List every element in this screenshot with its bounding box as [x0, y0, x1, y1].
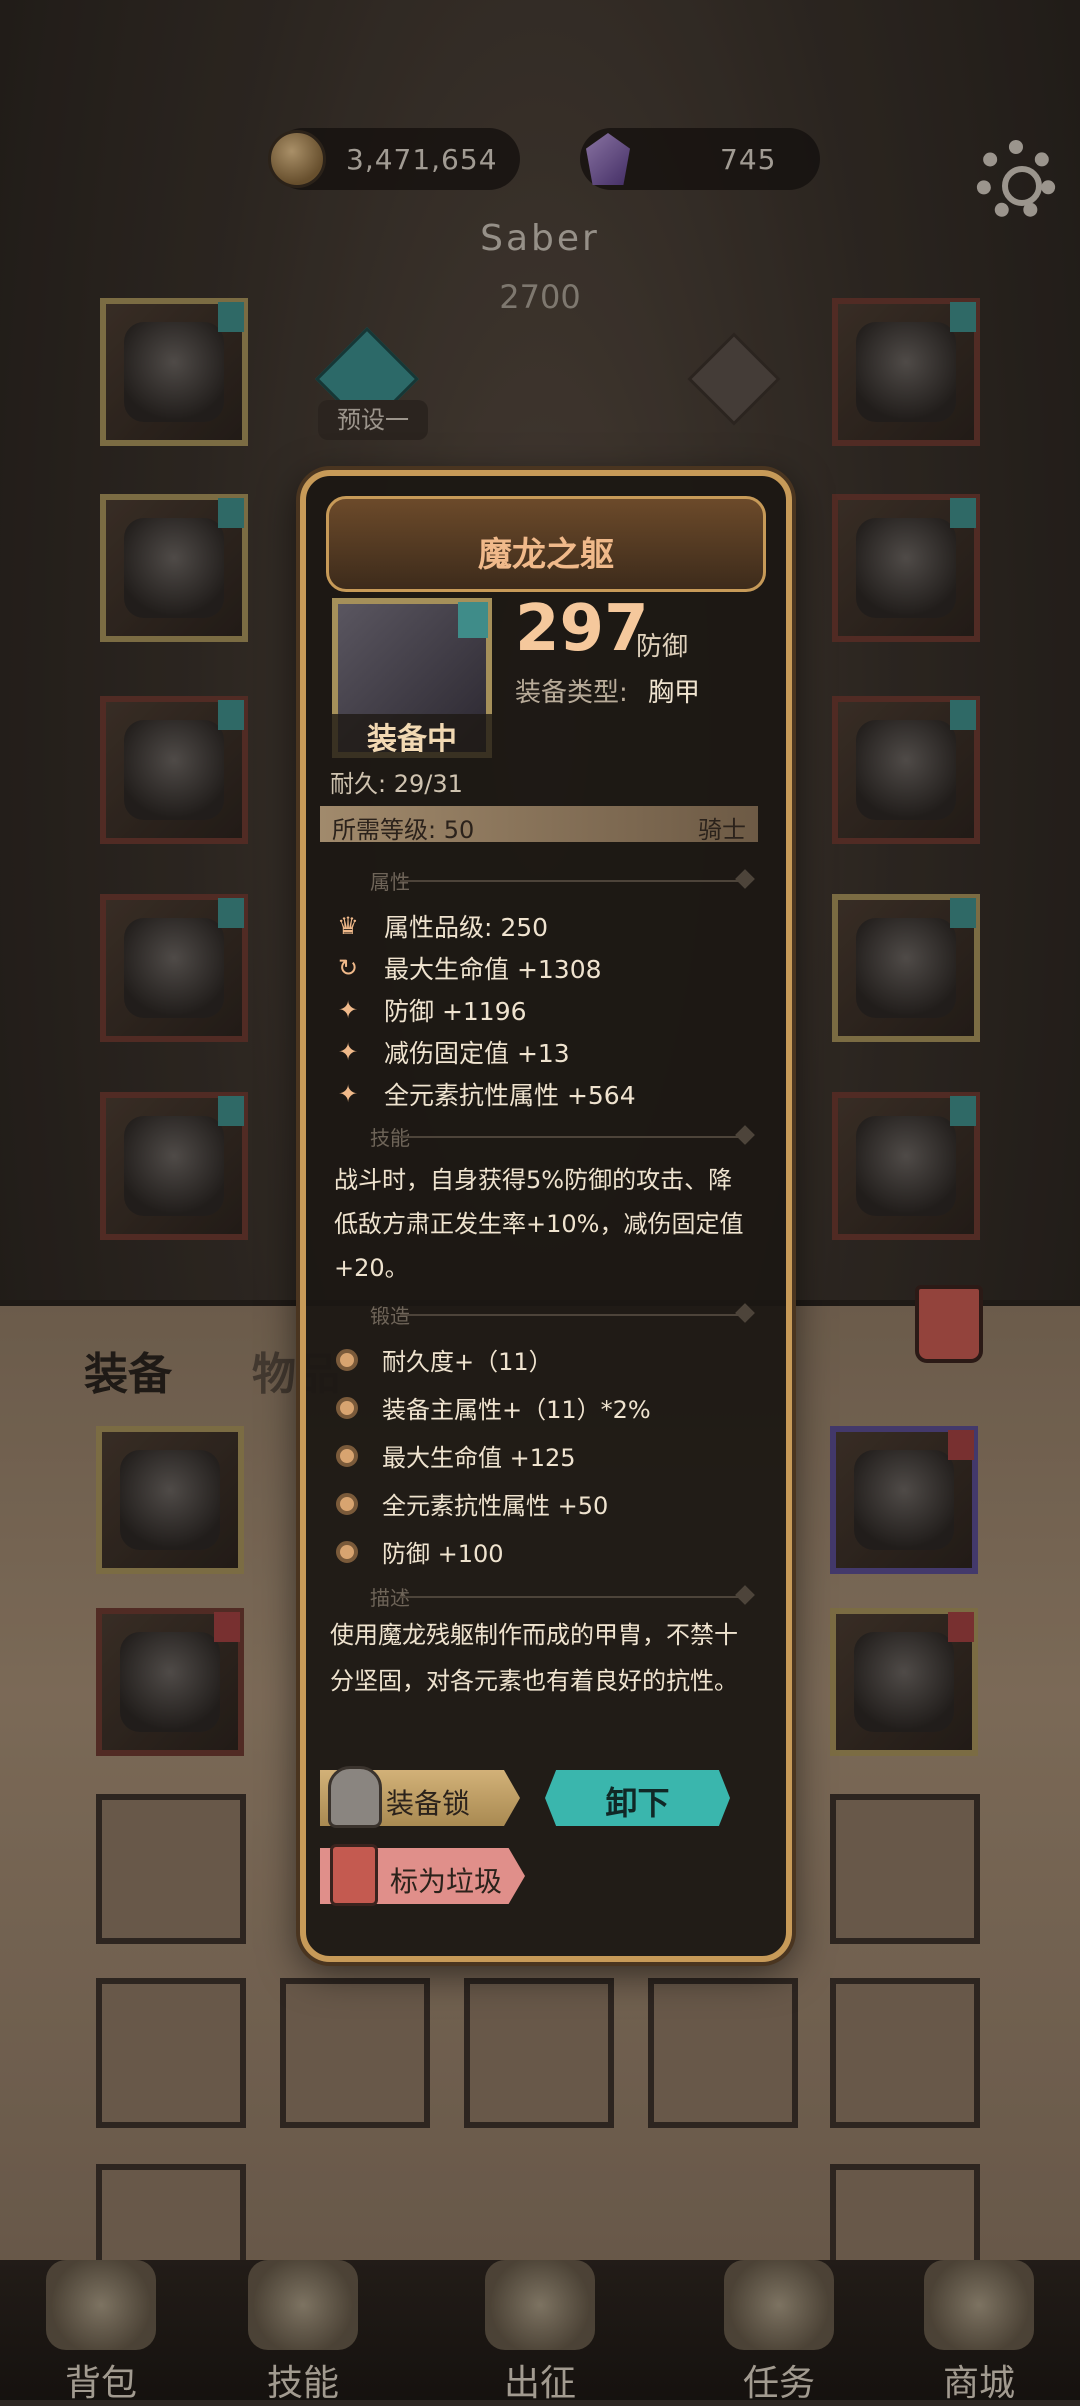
section-forge: 锻造 — [330, 1300, 760, 1330]
trash-icon — [330, 1844, 378, 1906]
attribute-text: 属性品级: 250 — [384, 913, 549, 942]
forge-dot-icon — [336, 1396, 358, 1419]
item-badge — [458, 602, 488, 638]
attribute-row: ♛ 属性品级: 250 — [334, 908, 548, 944]
attribute-row: ✦ 减伤固定值 +13 — [334, 1034, 570, 1070]
required-class: 骑士 — [698, 816, 746, 844]
item-title-bar: 魔龙之躯 — [326, 496, 766, 592]
forge-row: 全元素抗性属性 +50 — [336, 1486, 608, 1521]
required-level: 所需等级: 50 — [332, 816, 475, 844]
forge-text: 最大生命值 +125 — [382, 1444, 576, 1472]
forge-dot-icon — [336, 1348, 358, 1371]
equipped-status: 装备中 — [332, 714, 492, 758]
diamond-ornament — [735, 869, 755, 889]
mark-trash-label[interactable]: 标为垃圾 — [390, 1860, 502, 1900]
forge-text: 防御 +100 — [382, 1540, 504, 1568]
forge-text: 装备主属性+（11）*2% — [382, 1396, 651, 1424]
sparkle-icon: ✦ — [337, 1038, 359, 1066]
item-description: 使用魔龙残躯制作而成的甲胄，不禁十分坚固，对各元素也有着良好的抗性。 — [330, 1621, 738, 1695]
section-description: 描述 — [330, 1582, 760, 1612]
skill-description: 战斗时，自身获得5%防御的攻击、降低敌方肃正发生率+10%，减伤固定值+20。 — [334, 1166, 744, 1282]
section-title: 属性 — [370, 870, 410, 894]
forge-text: 耐久度+（11） — [382, 1348, 553, 1376]
unequip-label[interactable]: 卸下 — [545, 1778, 730, 1824]
diamond-ornament — [735, 1585, 755, 1605]
equip-lock-label[interactable]: 装备锁 — [386, 1782, 470, 1822]
item-type-label: 装备类型: — [515, 678, 628, 708]
attribute-text: 减伤固定值 +13 — [384, 1039, 570, 1068]
item-defense-unit: 防御 — [636, 632, 689, 662]
crown-rank-icon: ♛ — [337, 912, 359, 940]
attribute-text: 防御 +1196 — [384, 997, 527, 1026]
diamond-ornament — [735, 1303, 755, 1323]
section-title: 锻造 — [370, 1304, 410, 1328]
forge-row: 防御 +100 — [336, 1534, 504, 1569]
attribute-row: ✦ 防御 +1196 — [334, 992, 527, 1028]
section-attributes: 属性 — [330, 866, 760, 896]
item-type-value: 胸甲 — [648, 678, 701, 708]
attribute-row: ↻ 最大生命值 +1308 — [334, 950, 602, 986]
diamond-ornament — [735, 1125, 755, 1145]
sparkle-icon: ✦ — [337, 996, 359, 1024]
section-skill: 技能 — [330, 1122, 760, 1152]
forge-row: 装备主属性+（11）*2% — [336, 1390, 651, 1425]
lock-icon — [328, 1766, 382, 1828]
item-name: 魔龙之躯 — [478, 535, 614, 575]
forge-row: 最大生命值 +125 — [336, 1438, 576, 1473]
item-durability: 耐久: 29/31 — [330, 770, 463, 798]
forge-dot-icon — [336, 1492, 358, 1515]
section-title: 描述 — [370, 1586, 410, 1610]
forge-dot-icon — [336, 1540, 358, 1563]
forge-row: 耐久度+（11） — [336, 1342, 553, 1377]
section-title: 技能 — [370, 1126, 410, 1150]
item-defense-value: 297 — [515, 592, 649, 666]
attribute-text: 全元素抗性属性 +564 — [384, 1081, 636, 1110]
attribute-row: ✦ 全元素抗性属性 +564 — [334, 1076, 636, 1112]
attribute-text: 最大生命值 +1308 — [384, 955, 602, 984]
forge-text: 全元素抗性属性 +50 — [382, 1492, 609, 1520]
refresh-icon: ↻ — [337, 954, 359, 982]
forge-dot-icon — [336, 1444, 358, 1467]
sparkle-icon: ✦ — [337, 1080, 359, 1108]
